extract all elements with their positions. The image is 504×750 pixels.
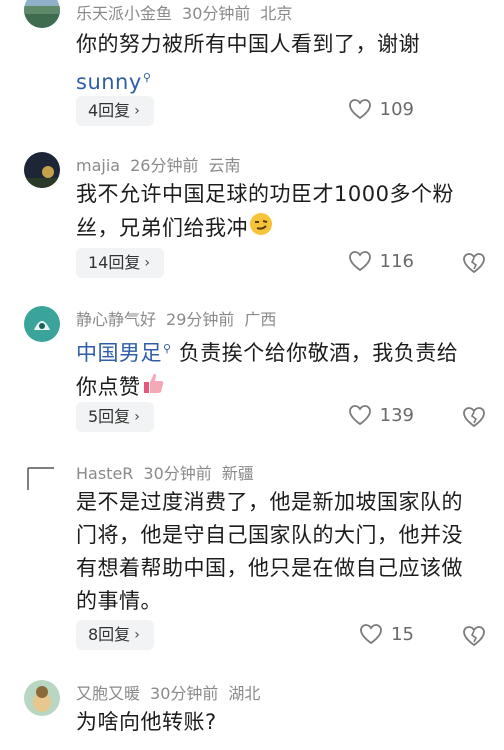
comment-text: 你的努力被所有中国人看到了，谢谢 sunny⚲	[76, 28, 484, 99]
mention-link[interactable]: sunny	[76, 70, 142, 94]
dislike-button[interactable]	[462, 625, 486, 651]
like-button[interactable]: 116	[348, 250, 414, 272]
avatar[interactable]	[24, 306, 60, 342]
timestamp: 30分钟前	[143, 464, 212, 483]
location: 湖北	[228, 684, 261, 703]
comment-meta: majia 26分钟前 云南	[76, 152, 250, 176]
replies-button[interactable]: 5回复 ›	[76, 402, 154, 432]
dislike-button[interactable]	[462, 406, 486, 432]
comment-text: 为啥向他转账?	[76, 706, 484, 739]
heart-broken-icon	[463, 407, 485, 428]
comment-meta: 乐天派小金鱼 30分钟前 北京	[76, 0, 302, 24]
heart-broken-icon	[463, 626, 485, 647]
comment-text-line: 为啥向他转账?	[76, 710, 217, 734]
heart-outline-icon	[348, 99, 371, 120]
comment-text-line: 丝，兄弟们给我冲	[76, 216, 248, 240]
avatar[interactable]	[24, 460, 60, 496]
comment-text: 是不是过度消费了，他是新加坡国家队的 门将，他是守自己国家队的大门，他并没 有想…	[76, 486, 484, 618]
replies-count: 4回复	[88, 101, 131, 120]
thumbs-up-emoji-icon	[141, 370, 167, 406]
replies-button[interactable]: 4回复 ›	[76, 96, 154, 126]
like-count: 109	[379, 98, 414, 120]
smirk-emoji-icon	[248, 211, 274, 247]
comment-text-line: 我不允许中国足球的功臣才1000多个粉	[76, 182, 454, 206]
replies-count: 5回复	[88, 407, 131, 426]
comment-text-line: 门将，他是守自己国家队的大门，他并没	[76, 523, 463, 547]
comment-text-line: 你的努力被所有中国人看到了，谢谢	[76, 32, 420, 56]
chevron-right-icon: ›	[134, 103, 140, 119]
comment-text-line: 你点赞	[76, 375, 141, 399]
username[interactable]: majia	[76, 156, 120, 175]
timestamp: 26分钟前	[130, 156, 199, 175]
like-button[interactable]: 15	[359, 623, 414, 645]
chevron-right-icon: ›	[134, 627, 140, 643]
mention-link[interactable]: 中国男足	[76, 341, 162, 365]
heart-outline-icon	[360, 624, 382, 645]
username[interactable]: 静心静气好	[76, 310, 156, 329]
like-button[interactable]: 109	[348, 98, 414, 120]
comment-text-line: 有想着帮助中国，他只是在做自己应该做	[76, 556, 463, 580]
location: 广西	[244, 310, 277, 329]
like-button[interactable]: 139	[348, 404, 414, 426]
username[interactable]: 又胞又暖	[76, 684, 140, 703]
comment-text-line: 负责挨个给你敬酒，我负责给	[178, 341, 459, 365]
heart-outline-icon	[348, 405, 371, 426]
timestamp: 30分钟前	[150, 684, 219, 703]
comment-text: 中国男足⚲ 负责挨个给你敬酒，我负责给 你点赞	[76, 332, 484, 406]
avatar[interactable]	[24, 680, 60, 716]
location: 北京	[260, 4, 293, 23]
avatar[interactable]	[24, 152, 60, 188]
search-tag-icon: ⚲	[142, 71, 152, 84]
comment-meta: HasteR 30分钟前 新疆	[76, 460, 264, 484]
location: 新疆	[221, 464, 254, 483]
replies-count: 14回复	[88, 253, 141, 272]
timestamp: 29分钟前	[166, 310, 235, 329]
heart-broken-icon	[463, 253, 485, 274]
like-count: 139	[379, 404, 414, 426]
comment-text-line: 是不是过度消费了，他是新加坡国家队的	[76, 490, 463, 514]
like-count: 116	[379, 250, 414, 272]
chevron-right-icon: ›	[144, 255, 150, 271]
comment-meta: 又胞又暖 30分钟前 湖北	[76, 680, 270, 704]
comment-meta: 静心静气好 29分钟前 广西	[76, 306, 286, 330]
chevron-right-icon: ›	[134, 409, 140, 425]
avatar[interactable]	[24, 0, 60, 28]
replies-button[interactable]: 8回复 ›	[76, 620, 154, 650]
username[interactable]: HasteR	[76, 464, 133, 483]
heart-outline-icon	[348, 251, 371, 272]
username[interactable]: 乐天派小金鱼	[76, 4, 172, 23]
search-tag-icon: ⚲	[163, 342, 172, 355]
comment-text: 我不允许中国足球的功臣才1000多个粉 丝，兄弟们给我冲	[76, 178, 484, 247]
timestamp: 30分钟前	[182, 4, 251, 23]
replies-count: 8回复	[88, 625, 131, 644]
replies-button[interactable]: 14回复 ›	[76, 248, 164, 278]
comment-text-line: 的事情。	[76, 589, 162, 613]
dislike-button[interactable]	[462, 252, 486, 278]
like-count: 15	[391, 623, 414, 645]
location: 云南	[208, 156, 241, 175]
